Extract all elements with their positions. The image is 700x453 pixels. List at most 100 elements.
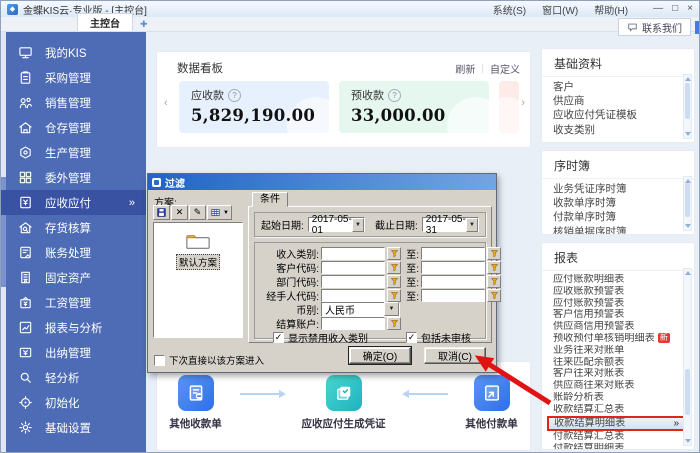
- end-date-select[interactable]: 2017-05-31▼: [422, 217, 479, 232]
- report-link[interactable]: 供应商信用预警表: [553, 321, 678, 333]
- scheme-view-button[interactable]: ▼: [207, 205, 232, 220]
- menu-system[interactable]: 系统(S): [493, 2, 526, 17]
- rename-scheme-button[interactable]: ✎: [189, 205, 206, 220]
- report-link[interactable]: 业务往来对账单: [553, 345, 678, 357]
- customize-button[interactable]: 自定义: [490, 61, 520, 76]
- contact-us-button[interactable]: 联系我们: [618, 18, 691, 36]
- sidebar-item-clipboard[interactable]: 采购管理: [1, 65, 146, 90]
- range-to-input[interactable]: [421, 289, 485, 302]
- range-to-input[interactable]: [421, 261, 485, 274]
- scroll-thumb[interactable]: [685, 183, 690, 217]
- report-link[interactable]: 客户: [553, 80, 678, 94]
- scrollbar[interactable]: [683, 268, 692, 446]
- report-link[interactable]: 供应商往来对账表: [553, 380, 678, 392]
- lookup-button[interactable]: [387, 289, 401, 302]
- save-scheme-button[interactable]: [153, 205, 170, 220]
- sidebar-item-gear[interactable]: 基础设置: [1, 415, 146, 440]
- add-tab-icon[interactable]: ✚: [140, 19, 148, 30]
- scroll-up-icon[interactable]: [685, 77, 691, 81]
- scroll-down-icon[interactable]: [685, 132, 691, 136]
- refresh-button[interactable]: 刷新: [455, 61, 475, 76]
- report-link[interactable]: 收款结算明细表»: [547, 416, 686, 432]
- lookup-button[interactable]: [487, 261, 501, 274]
- show-disabled-categories-checkbox[interactable]: ✓显示禁用收入类别: [273, 330, 368, 345]
- flow-item-receipt[interactable]: 其他收款单: [154, 375, 238, 431]
- scheme-item-default[interactable]: 默认方案: [163, 230, 233, 270]
- scrollbar[interactable]: [683, 74, 692, 139]
- cancel-button[interactable]: 取消(C): [424, 347, 486, 364]
- scroll-thumb[interactable]: [685, 369, 690, 415]
- sidebar-item-cashier[interactable]: 出纳管理: [1, 340, 146, 365]
- delete-scheme-button[interactable]: ✕: [171, 205, 188, 220]
- lookup-button[interactable]: [387, 317, 401, 330]
- report-link[interactable]: 收支类别: [553, 123, 678, 137]
- report-link[interactable]: 应收账款预警表: [553, 286, 678, 298]
- scrollbar[interactable]: [683, 176, 692, 231]
- enter-with-scheme-checkbox[interactable]: 下次直接以该方案进入: [154, 353, 264, 367]
- report-link[interactable]: 收款结算汇总表: [553, 404, 678, 416]
- sidebar-item-target[interactable]: 初始化: [1, 390, 146, 415]
- lookup-button[interactable]: [387, 261, 401, 274]
- sidebar-item-building[interactable]: 固定资产: [1, 265, 146, 290]
- report-link[interactable]: 付款结算汇总表: [553, 431, 678, 443]
- sidebar-item-stocksearch[interactable]: 存货核算: [1, 215, 146, 240]
- report-link[interactable]: 客户信用预警表: [553, 309, 678, 321]
- ok-button[interactable]: 确定(O): [349, 347, 411, 364]
- range-from-input[interactable]: [321, 261, 385, 274]
- report-link[interactable]: 核销单据序时簿: [553, 225, 678, 235]
- currency-select[interactable]: 人民币▼: [321, 302, 400, 317]
- include-unaudited-checkbox[interactable]: ✓包括未审核: [406, 330, 471, 345]
- report-link[interactable]: 预收预付单核销明细表新: [553, 333, 678, 345]
- maximize-button[interactable]: □: [672, 4, 678, 14]
- scroll-down-icon[interactable]: [685, 224, 691, 228]
- sidebar-item-chart[interactable]: 报表与分析: [1, 315, 146, 340]
- range-to-input[interactable]: [421, 275, 485, 288]
- report-link[interactable]: 应收应付凭证模板: [553, 108, 678, 122]
- start-date-select[interactable]: 2017-05-01▼: [308, 217, 365, 232]
- report-link[interactable]: 收款单序时簿: [553, 196, 678, 210]
- report-link[interactable]: 账龄分析表: [553, 392, 678, 404]
- range-to-input[interactable]: [421, 247, 485, 260]
- sidebar-item-ledger[interactable]: 账务处理: [1, 240, 146, 265]
- scheme-list[interactable]: 默认方案: [153, 222, 243, 338]
- lookup-button[interactable]: [487, 275, 501, 288]
- scroll-thumb[interactable]: [685, 83, 690, 119]
- dialog-title-bar[interactable]: 过滤: [148, 174, 496, 190]
- scroll-down-icon[interactable]: [685, 439, 691, 443]
- side-widget-icon[interactable]: [695, 21, 699, 34]
- flow-item-payment[interactable]: 其他付款单: [450, 375, 534, 431]
- sidebar-item-gearhex[interactable]: 生产管理: [1, 140, 146, 165]
- report-link[interactable]: 客户往来对账表: [553, 368, 678, 380]
- lookup-button[interactable]: [487, 289, 501, 302]
- tab-console[interactable]: 主控台: [77, 13, 133, 31]
- report-link[interactable]: 应付账款明细表: [553, 274, 678, 286]
- menu-window[interactable]: 窗口(W): [542, 2, 578, 17]
- flow-item-voucher[interactable]: 应收应付生成凭证: [286, 375, 402, 431]
- sidebar-item-people[interactable]: 销售管理: [1, 90, 146, 115]
- lookup-button[interactable]: [387, 275, 401, 288]
- report-link[interactable]: 供应商: [553, 94, 678, 108]
- tab-condition[interactable]: 条件: [252, 192, 288, 207]
- sidebar-item-grid[interactable]: 委外管理: [1, 165, 146, 190]
- range-from-input[interactable]: [321, 247, 385, 260]
- sidebar-item-salary[interactable]: 工资管理: [1, 290, 146, 315]
- metric-card-red[interactable]: [499, 81, 519, 133]
- lookup-button[interactable]: [487, 247, 501, 260]
- range-from-input[interactable]: [321, 289, 385, 302]
- scroll-up-icon[interactable]: [685, 271, 691, 275]
- close-button[interactable]: ×: [687, 4, 693, 14]
- metric-card-green[interactable]: 预收款?33,000.00: [339, 81, 489, 133]
- report-link[interactable]: 业务凭证序时簿: [553, 182, 678, 196]
- report-link[interactable]: 付款结算明细表: [553, 443, 678, 450]
- account-input[interactable]: [321, 317, 385, 330]
- metric-card-blue[interactable]: 应收款?5,829,190.00: [179, 81, 329, 133]
- range-from-input[interactable]: [321, 275, 385, 288]
- report-link[interactable]: 付款单序时簿: [553, 210, 678, 224]
- menu-help[interactable]: 帮助(H): [594, 2, 628, 17]
- carousel-prev-icon[interactable]: ‹: [164, 97, 168, 109]
- carousel-next-icon[interactable]: ›: [521, 97, 525, 109]
- report-link[interactable]: 往来匹配余额表: [553, 357, 678, 369]
- sidebar-item-monitor[interactable]: 我的KIS: [1, 40, 146, 65]
- report-link[interactable]: 应付账款预警表: [553, 298, 678, 310]
- sidebar-item-warehouse[interactable]: 仓存管理: [1, 115, 146, 140]
